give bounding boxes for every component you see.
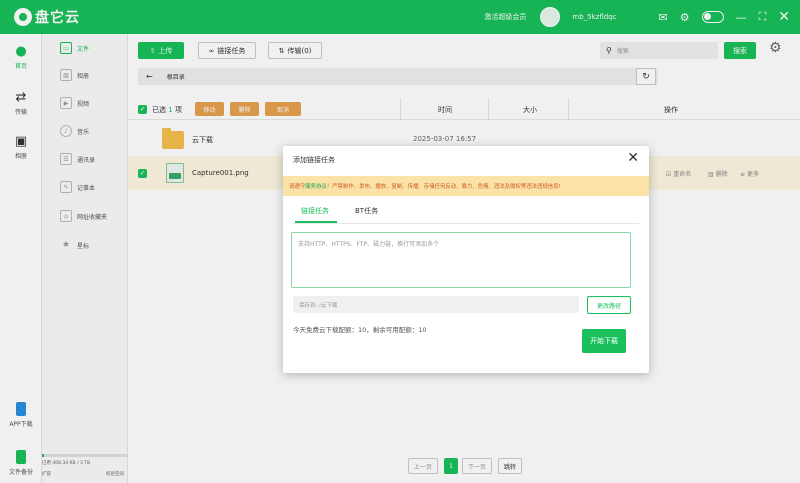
dialog-close-icon[interactable]: ✕ — [627, 150, 639, 166]
tab-link-task[interactable]: 链接任务 — [301, 206, 329, 216]
policy-warning: 请遵守 服务协议 ！严禁制作、发布、播放、复制、传播、存储任何反动、暴力、色情、违法… — [283, 176, 649, 196]
add-link-task-dialog: 添加链接任务 ✕ 请遵守 服务协议 ！严禁制作、发布、播放、复制、传播、存储任何反动… — [283, 146, 649, 373]
start-download-button[interactable]: 开始下载 — [582, 329, 626, 353]
tab-bt-task[interactable]: BT任务 — [355, 206, 378, 216]
change-path-button[interactable]: 更改路径 — [587, 296, 631, 314]
save-path-field: 保存到: /云下载 — [293, 296, 579, 313]
dialog-title: 添加链接任务 — [293, 156, 335, 164]
link-textarea[interactable]: 支持HTTP、HTTPS、FTP、磁力链，换行可添加多个 — [291, 232, 631, 288]
service-agreement-link[interactable]: 服务协议 — [305, 182, 327, 190]
quota-text: 今天免费云下载配额：10，剩余可用配额：10 — [293, 326, 427, 334]
